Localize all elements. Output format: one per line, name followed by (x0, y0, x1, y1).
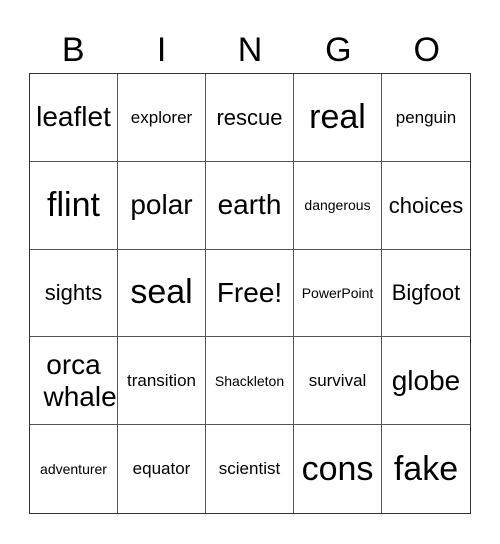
bingo-cell[interactable]: seal (118, 249, 206, 338)
bingo-cell[interactable]: penguin (382, 74, 470, 162)
bingo-cell-text: PowerPoint (301, 284, 374, 301)
bingo-cell[interactable]: Bigfoot (382, 250, 470, 338)
bingo-cell-text: survival (308, 371, 367, 391)
bingo-cell[interactable]: transition (118, 337, 206, 426)
bingo-cell[interactable]: rescue (206, 74, 294, 162)
bingo-cell[interactable]: flint (30, 161, 118, 250)
bingo-cell-text: dangerous (304, 197, 371, 214)
bingo-cell[interactable]: explorer (118, 74, 206, 162)
bingo-cell-text: equator (132, 459, 191, 479)
bingo-cell[interactable]: sights (30, 249, 118, 338)
bingo-cell-text: sights (44, 280, 103, 306)
bingo-cell-text: penguin (395, 107, 457, 127)
bingo-cell[interactable]: survival (294, 337, 382, 426)
bingo-cell-text: seal (130, 273, 193, 312)
bingo-cell-text: rescue (216, 104, 283, 130)
bingo-cell-text: polar (130, 189, 193, 221)
bingo-header: B I N G O (29, 28, 471, 73)
bingo-cell-text: orca whale (43, 348, 117, 412)
bingo-cell[interactable]: earth (206, 161, 294, 250)
header-letter-n: N (237, 31, 263, 69)
bingo-cell[interactable]: Shackleton (206, 337, 294, 426)
bingo-cell[interactable]: PowerPoint (294, 249, 382, 338)
bingo-cell-text: flint (47, 185, 100, 224)
header-letter-o: O (413, 31, 440, 69)
bingo-cell[interactable]: choices (382, 162, 470, 250)
header-letter-g: G (325, 31, 352, 69)
bingo-cell[interactable]: polar (118, 161, 206, 250)
header-letter-b: B (61, 31, 85, 69)
bingo-cell[interactable]: globe (382, 337, 470, 426)
bingo-cell-text: earth (217, 189, 282, 221)
bingo-cell-text: real (309, 97, 366, 136)
bingo-cell-text: fake (393, 449, 459, 488)
bingo-cell[interactable]: cons (294, 425, 382, 513)
bingo-cell[interactable]: real (294, 74, 382, 162)
bingo-cell-text: transition (127, 371, 196, 391)
bingo-cell-text: Free! (216, 276, 283, 308)
bingo-cell-text: adventurer (40, 461, 107, 478)
bingo-cell[interactable]: equator (118, 425, 206, 513)
bingo-cell[interactable]: orca whale (30, 337, 118, 426)
bingo-cell-text: scientist (218, 459, 281, 479)
bingo-cell-text: leaflet (36, 101, 111, 133)
bingo-cell-text: choices (388, 192, 464, 218)
bingo-cell[interactable]: scientist (206, 425, 294, 513)
bingo-cell[interactable]: adventurer (30, 425, 118, 513)
bingo-cell-text: cons (301, 449, 374, 488)
bingo-card-grid: leaflet explorer rescue real penguin flint pol… (29, 73, 471, 514)
bingo-cell-text: globe (391, 364, 461, 396)
bingo-cell[interactable]: fake (382, 425, 470, 513)
bingo-cell[interactable]: Free! (206, 249, 294, 338)
bingo-cell-text: Shackleton (214, 372, 285, 389)
bingo-cell-text: Bigfoot (391, 280, 461, 306)
bingo-cell[interactable]: dangerous (294, 161, 382, 250)
header-letter-i: I (156, 31, 167, 69)
bingo-cell-text: explorer (130, 107, 193, 127)
bingo-cell[interactable]: leaflet (30, 74, 118, 162)
